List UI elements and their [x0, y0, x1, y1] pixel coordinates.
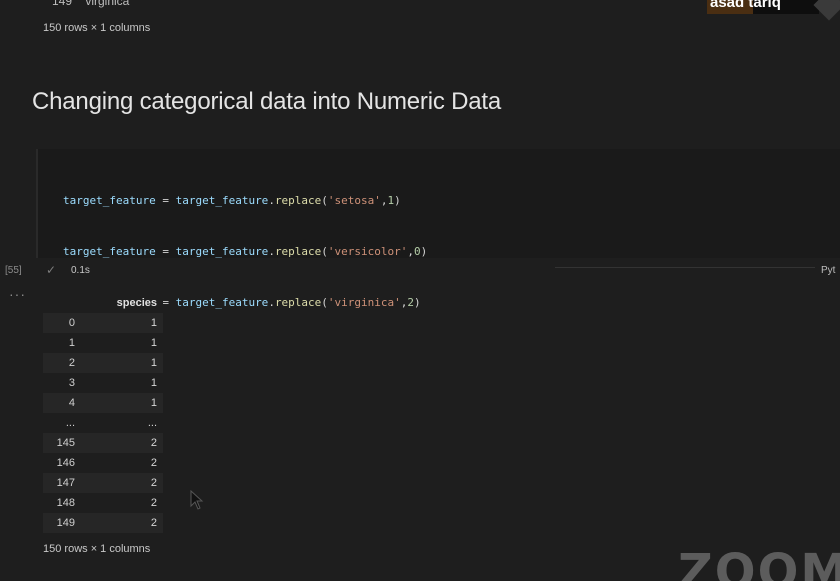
- status-divider: [555, 267, 815, 268]
- row-value: 1: [150, 317, 157, 329]
- cell-focus-bar: [36, 149, 38, 258]
- zoom-watermark: ZOOM: [678, 544, 840, 581]
- row-index: 146: [56, 457, 75, 469]
- notebook-page: 149 virginica 150 rows × 1 columns asad …: [0, 0, 840, 581]
- row-index: 3: [68, 377, 75, 389]
- row-index: ...: [65, 417, 75, 429]
- execution-time: 0.1s: [71, 265, 90, 276]
- dataframe-output: species 01 11 21 31 41 ...... 145 2 146 2 …: [43, 293, 163, 533]
- table-row: 147 2: [43, 473, 163, 493]
- row-index: 149: [56, 517, 75, 529]
- markdown-heading[interactable]: Changing categorical data into Numeric D…: [32, 88, 501, 116]
- cursor-icon: [190, 490, 204, 510]
- row-index: 148: [56, 497, 75, 509]
- table-row: 41: [43, 393, 163, 413]
- row-value: 1: [150, 397, 157, 409]
- column-header: species: [116, 297, 157, 309]
- table-header-row: species: [43, 293, 163, 313]
- row-value: 2: [150, 457, 157, 469]
- row-index: 0: [68, 317, 75, 329]
- table-row: ......: [43, 413, 163, 433]
- dataframe-summary: 150 rows × 1 columns: [43, 543, 151, 555]
- row-index: 4: [68, 397, 75, 409]
- table-row: 31: [43, 373, 163, 393]
- row-index: 1: [68, 337, 75, 349]
- row-index: 147: [56, 477, 75, 489]
- index-header: [43, 293, 85, 313]
- row-value: ...: [147, 417, 157, 429]
- code-cell[interactable]: target_feature = target_feature.replace(…: [36, 149, 840, 411]
- table-row: 148 2: [43, 493, 163, 513]
- participant-name: asad tariq: [710, 0, 781, 11]
- previous-output-summary: 150 rows × 1 columns: [43, 22, 151, 34]
- row-value: 2: [150, 437, 157, 449]
- table-row: 149 2: [43, 513, 163, 533]
- row-value: 2: [150, 497, 157, 509]
- row-value: 1: [150, 377, 157, 389]
- code-line: target_feature = target_feature.replace(…: [63, 245, 428, 258]
- row-index: 149: [52, 0, 73, 8]
- row-value: 2: [150, 517, 157, 529]
- code-line: target_feature = target_feature.replace(…: [63, 194, 401, 207]
- row-value: 1: [150, 337, 157, 349]
- row-value: virginica: [85, 0, 130, 8]
- row-value: 1: [150, 357, 157, 369]
- dataframe-table: species 01 11 21 31 41 ...... 145 2 146 2 …: [43, 293, 163, 533]
- table-row: 11: [43, 333, 163, 353]
- table-row: 01: [43, 313, 163, 333]
- execution-count: [55]: [5, 265, 22, 276]
- table-row: 21: [43, 353, 163, 373]
- row-index: 2: [68, 357, 75, 369]
- check-icon: ✓: [46, 263, 57, 277]
- table-row: 145 2: [43, 433, 163, 453]
- row-value: 2: [150, 477, 157, 489]
- table-row: 146 2: [43, 453, 163, 473]
- previous-output-row: 149 virginica: [52, 0, 129, 8]
- kernel-label[interactable]: Pyt: [821, 265, 835, 276]
- row-index: 145: [56, 437, 75, 449]
- zoom-participant-tag: asad tariq: [707, 0, 819, 14]
- more-icon[interactable]: ···: [9, 286, 26, 302]
